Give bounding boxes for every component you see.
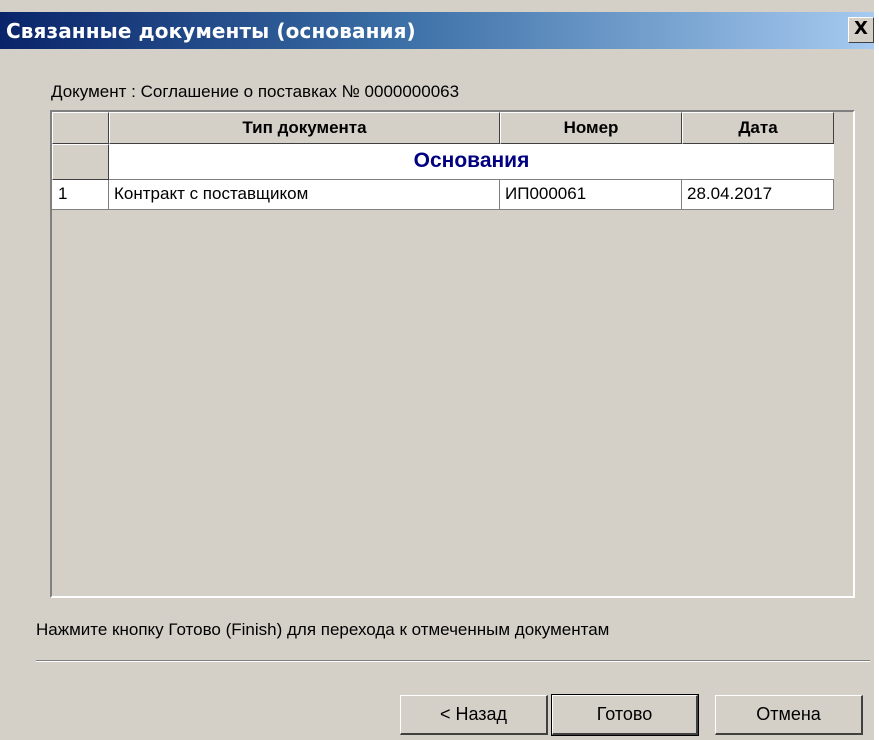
corner-header [52, 112, 109, 144]
back-button[interactable]: < Назад [400, 695, 548, 735]
window-title: Связанные документы (основания) [6, 19, 416, 43]
title-bar[interactable]: Связанные документы (основания) X [0, 12, 874, 49]
group-title[interactable]: Основания [109, 144, 834, 180]
finish-button[interactable]: Готово [551, 694, 699, 736]
hint-text: Нажмите кнопку Готово (Finish) для перех… [36, 620, 610, 639]
column-header-number[interactable]: Номер [500, 112, 682, 144]
separator-line [36, 660, 870, 662]
documents-table[interactable]: Тип документа Номер Дата Основания 1 Кон… [50, 110, 855, 598]
cancel-button[interactable]: Отмена [715, 695, 863, 735]
close-button[interactable]: X [848, 17, 874, 43]
close-icon: X [854, 18, 868, 39]
cell-document-number[interactable]: ИП000061 [500, 180, 682, 210]
column-header-date[interactable]: Дата [682, 112, 834, 144]
group-row-header[interactable] [52, 144, 109, 180]
row-number[interactable]: 1 [52, 180, 109, 210]
cell-document-date[interactable]: 28.04.2017 [682, 180, 834, 210]
related-documents-dialog: Связанные документы (основания) X Докуме… [0, 0, 874, 740]
cell-document-type[interactable]: Контракт с поставщиком [109, 180, 500, 210]
column-header-type[interactable]: Тип документа [109, 112, 500, 144]
document-label: Документ : Соглашение о поставках № 0000… [51, 82, 460, 101]
